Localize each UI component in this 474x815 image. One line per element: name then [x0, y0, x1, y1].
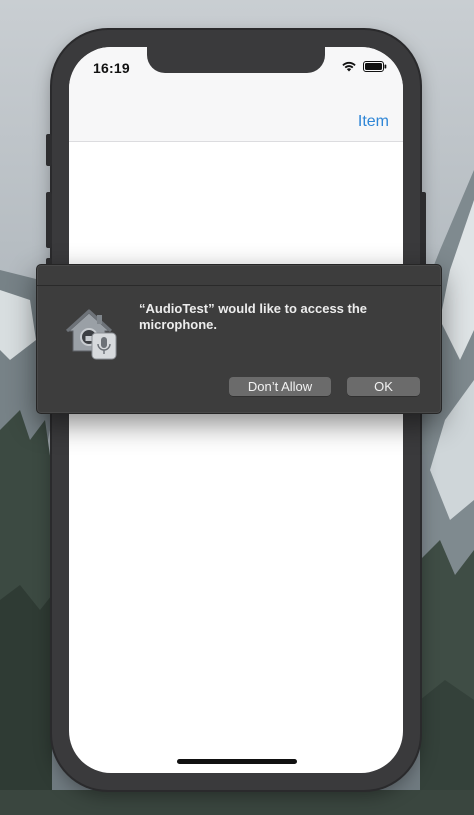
dialog-divider — [37, 285, 441, 286]
volume-up-button — [46, 192, 52, 248]
dialog-message: “AudioTest” would like to access the mic… — [139, 301, 368, 332]
home-indicator[interactable] — [177, 759, 297, 764]
ok-button[interactable]: OK — [347, 377, 420, 396]
status-time: 16:19 — [93, 60, 130, 76]
dont-allow-button[interactable]: Don’t Allow — [229, 377, 331, 396]
status-icons — [341, 61, 387, 72]
notch — [147, 47, 325, 73]
silent-switch — [46, 134, 52, 166]
microphone-permission-dialog: “AudioTest” would like to access the mic… — [36, 264, 442, 414]
wifi-icon — [342, 61, 356, 72]
microphone-permission-icon — [65, 309, 117, 360]
battery-icon — [363, 61, 387, 72]
nav-item-button[interactable]: Item — [358, 113, 389, 131]
